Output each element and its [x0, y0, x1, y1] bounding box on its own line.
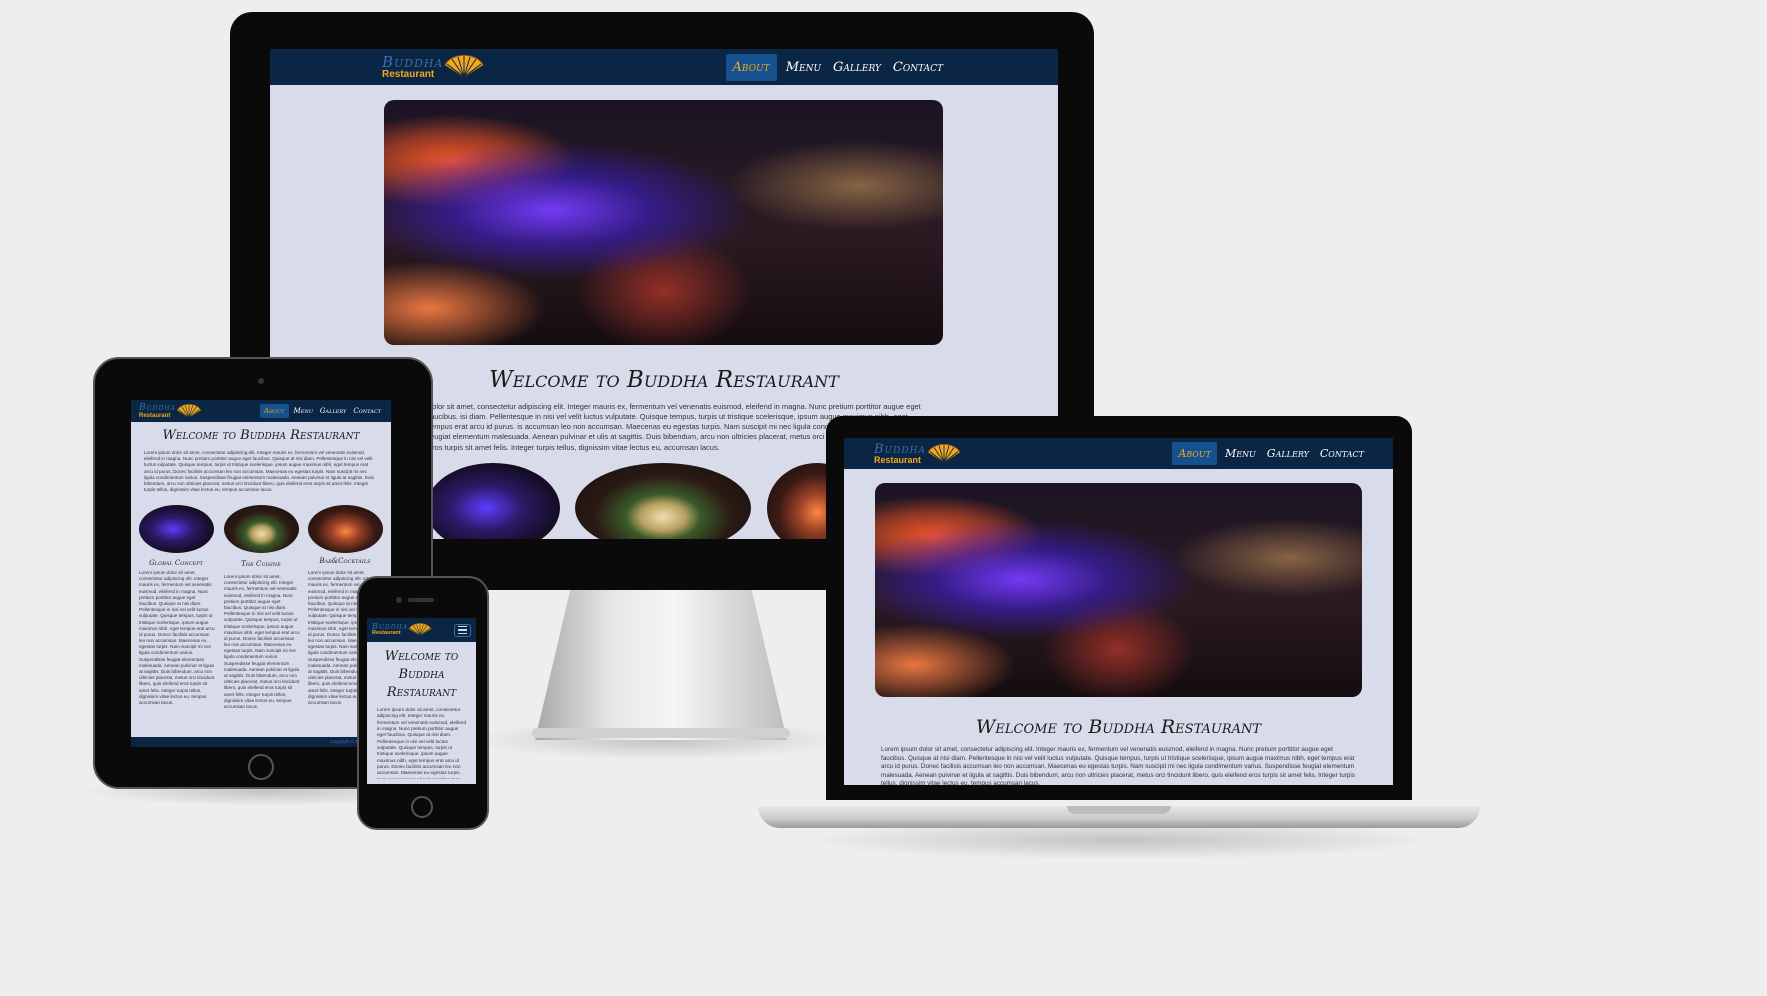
- nav-contact[interactable]: Contact: [351, 404, 383, 418]
- logo-subtitle: Restaurant: [874, 454, 922, 465]
- page-title-line-2: Buddha: [398, 667, 445, 682]
- main-nav: About Menu Gallery Contact: [725, 53, 946, 81]
- nav-gallery[interactable]: Gallery: [1264, 442, 1312, 465]
- nav-menu[interactable]: Menu: [1222, 442, 1259, 465]
- intro-text: Lorem ipsum dolor sit amet, consectetur …: [881, 746, 1355, 785]
- cuisine-image: [224, 505, 299, 553]
- logo-subtitle: Restaurant: [372, 630, 401, 637]
- logo-subtitle: Restaurant: [139, 412, 171, 419]
- main-nav: About Menu Gallery Contact: [1172, 442, 1367, 465]
- cuisine-title: The Cuisine: [241, 560, 281, 568]
- concept-image: [426, 463, 560, 539]
- intro-text: Lorem ipsum dolor sit amet, consectetur …: [144, 450, 374, 493]
- fan-icon: [408, 623, 432, 637]
- fan-icon: [927, 443, 961, 463]
- page-title-line-3: Restaurant: [386, 685, 457, 700]
- logo[interactable]: Buddha Restaurant: [139, 402, 202, 419]
- tablet-screen: Buddha Restaurant About Menu Gallery Con…: [131, 400, 391, 747]
- logo-title: Buddha: [874, 441, 926, 457]
- nav-about[interactable]: About: [260, 404, 289, 418]
- logo-title: Buddha: [139, 402, 176, 413]
- logo[interactable]: Buddha Restaurant: [372, 623, 432, 637]
- phone-screen: Buddha Restaurant Welcome to Buddha Rest…: [367, 618, 476, 784]
- page-title: Welcome to Buddha Restaurant: [162, 428, 360, 443]
- intro-text: Lorem ipsum dolor sit amet, consectetur …: [377, 707, 467, 779]
- nav-contact[interactable]: Contact: [890, 54, 946, 81]
- nav-menu[interactable]: Menu: [292, 404, 315, 418]
- concept-title: Global Concept: [149, 559, 203, 567]
- cuisine-text: Lorem ipsum dolor sit amet, consectetur …: [224, 574, 300, 709]
- concept-text: Lorem ipsum dolor sit amet, consectetur …: [139, 570, 215, 705]
- tablet-camera: [258, 378, 264, 384]
- main-nav: About Menu Gallery Contact: [260, 404, 383, 418]
- phone-speaker: [408, 598, 434, 602]
- bar-image: [308, 505, 383, 553]
- tablet-home-button: [248, 754, 274, 780]
- laptop-notch: [1067, 806, 1171, 814]
- hamburger-menu-icon[interactable]: [454, 623, 471, 637]
- fan-icon: [176, 403, 202, 418]
- navbar: Buddha Restaurant: [367, 618, 476, 642]
- page-title-line-1: Welcome to: [384, 649, 459, 664]
- navbar: Buddha Restaurant About Menu Gallery Con…: [270, 49, 1058, 85]
- nav-menu[interactable]: Menu: [783, 54, 824, 81]
- page-title: Welcome to Buddha Restaurant: [975, 716, 1262, 738]
- nav-gallery[interactable]: Gallery: [830, 54, 884, 81]
- logo-title: Buddha: [382, 52, 444, 71]
- cuisine-image: [575, 463, 751, 539]
- page-title: Welcome to Buddha Restaurant: [367, 648, 476, 702]
- bar-title: Bar&Cocktails: [319, 557, 371, 565]
- imac-stand: [535, 590, 787, 740]
- laptop-screen: Buddha Restaurant About Menu Gallery Con…: [844, 438, 1393, 785]
- phone-home-button: [411, 796, 433, 818]
- fan-icon: [444, 55, 485, 78]
- imac-foot: [532, 728, 790, 738]
- footer: Copyright © Buddha: [131, 737, 391, 747]
- nav-about[interactable]: About: [1172, 442, 1217, 465]
- phone-camera: [396, 597, 402, 603]
- logo[interactable]: Buddha Restaurant: [874, 443, 962, 465]
- nav-gallery[interactable]: Gallery: [318, 404, 348, 418]
- navbar: Buddha Restaurant About Menu Gallery Con…: [131, 400, 391, 422]
- nav-about[interactable]: About: [725, 53, 777, 81]
- hero-image: [875, 483, 1362, 697]
- logo-subtitle: Restaurant: [382, 68, 435, 80]
- concept-image: [139, 505, 214, 553]
- navbar: Buddha Restaurant About Menu Gallery Con…: [844, 438, 1393, 469]
- nav-contact[interactable]: Contact: [1317, 442, 1367, 465]
- logo[interactable]: Buddha Restaurant: [382, 52, 485, 80]
- hero-image: [384, 100, 943, 345]
